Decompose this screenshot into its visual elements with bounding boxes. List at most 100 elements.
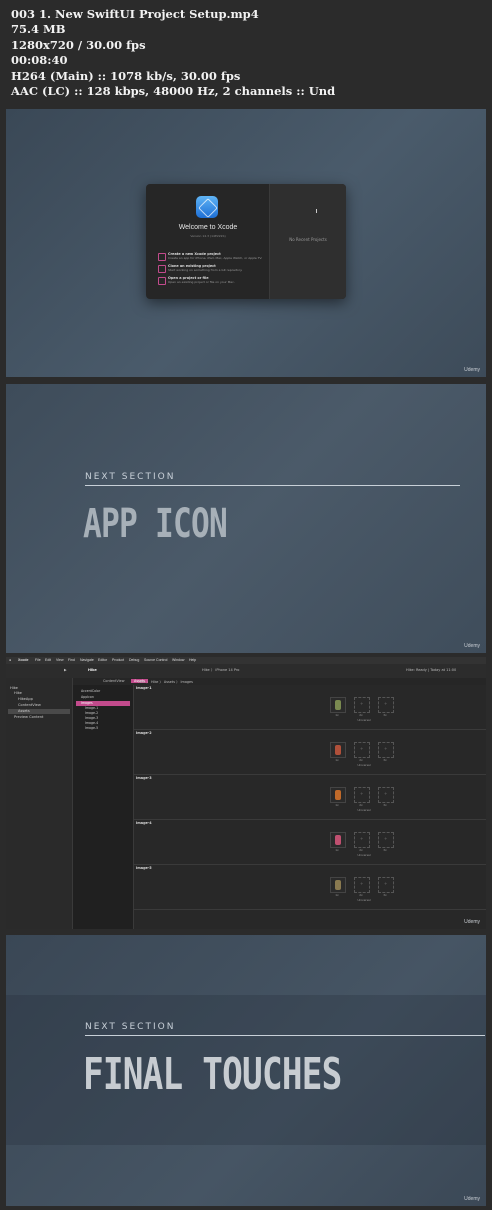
sprite-image: [335, 700, 341, 710]
scheme-selector[interactable]: Hike 〉 iPhone 14 Pro: [202, 668, 239, 673]
plus-icon: [158, 253, 166, 261]
sprite-image: [335, 790, 341, 800]
scale-label: 1x: [335, 848, 339, 852]
asset-item[interactable]: AppIcon: [81, 695, 94, 699]
image-slot[interactable]: [330, 742, 346, 758]
image-slot[interactable]: +: [354, 742, 370, 758]
asset-folder-images[interactable]: Images: [81, 701, 93, 705]
scale-label: 2x: [359, 803, 363, 807]
menu-item[interactable]: Xcode: [18, 658, 29, 662]
file-name: 003 1. New SwiftUI Project Setup.mp4: [11, 7, 259, 21]
clone-project-option[interactable]: Clone an existing project Start working …: [158, 264, 268, 274]
universal-label: Universal: [357, 718, 371, 722]
activity-status: Hike: Ready | Today at 11:00: [406, 668, 457, 672]
universal-label: Universal: [357, 898, 371, 902]
image-set-name: Image-4: [136, 821, 152, 825]
image-slot[interactable]: +: [354, 877, 370, 893]
image-slot[interactable]: [330, 697, 346, 713]
image-slot[interactable]: +: [378, 787, 394, 803]
image-slot[interactable]: +: [378, 877, 394, 893]
plus-icon: +: [384, 746, 388, 751]
asset-item[interactable]: AccentColor: [81, 689, 100, 693]
image-slot[interactable]: +: [378, 742, 394, 758]
menu-item[interactable]: Source Control: [144, 658, 167, 662]
plus-icon: +: [360, 701, 364, 706]
asset-item[interactable]: Image-1: [85, 706, 98, 710]
plus-icon: +: [360, 836, 364, 841]
nav-item-contentview[interactable]: ContentView: [18, 703, 41, 707]
tab-contentview[interactable]: ContentView: [103, 679, 125, 683]
image-set-row[interactable]: Image-4 1x +2x +3x Universal: [134, 820, 486, 865]
image-slot[interactable]: +: [354, 832, 370, 848]
udemy-watermark: Udemy: [464, 919, 480, 925]
nav-item-project[interactable]: Hike: [10, 686, 18, 690]
section-divider: [85, 1035, 485, 1036]
menu-item[interactable]: Window: [172, 658, 184, 662]
image-set-row[interactable]: Image-3 1x +2x +3x Universal: [134, 775, 486, 820]
next-section-label: NEXT SECTION: [85, 472, 176, 482]
menu-item[interactable]: Find: [68, 658, 75, 662]
menu-item[interactable]: File: [35, 658, 41, 662]
image-set-row[interactable]: Image-5 1x +2x +3x Universal: [134, 865, 486, 910]
image-slot[interactable]: +: [378, 832, 394, 848]
run-button[interactable]: ▶: [64, 668, 67, 672]
image-set-name: Image-1: [136, 686, 152, 690]
menu-item[interactable]: Editor: [98, 658, 107, 662]
sprite-image: [335, 880, 341, 890]
project-name: Hike: [88, 668, 97, 672]
menu-item[interactable]: View: [56, 658, 64, 662]
universal-label: Universal: [357, 853, 371, 857]
menu-item[interactable]: Help: [189, 658, 196, 662]
scale-label: 1x: [335, 893, 339, 897]
plus-icon: +: [384, 701, 388, 706]
scale-label: 2x: [359, 893, 363, 897]
create-project-option[interactable]: Create a new Xcode project Create an app…: [158, 252, 268, 262]
asset-item[interactable]: Image-3: [85, 716, 98, 720]
no-recent-projects: No Recent Projects: [289, 237, 327, 242]
xcode-toolbar: ▶ Hike Hike 〉 iPhone 14 Pro Hike: Ready …: [6, 664, 486, 683]
scale-label: 3x: [383, 758, 387, 762]
menu-item[interactable]: Navigate: [80, 658, 94, 662]
scale-label: 1x: [335, 758, 339, 762]
asset-editor: Hike 〉 Hike 〉 Assets 〉 Images Image-1 1x +…: [134, 680, 486, 929]
apple-icon[interactable]: ●: [9, 658, 11, 662]
nav-item-preview-content[interactable]: Preview Content: [14, 715, 43, 719]
asset-item[interactable]: Image-5: [85, 726, 98, 730]
plus-icon: +: [384, 791, 388, 796]
image-slot[interactable]: +: [378, 697, 394, 713]
open-project-option[interactable]: Open a project or file Open an existing …: [158, 276, 268, 286]
menu-item[interactable]: Edit: [45, 658, 51, 662]
nav-item-hikeapp[interactable]: HikeApp: [18, 697, 33, 701]
plus-icon: +: [384, 836, 388, 841]
asset-item[interactable]: Image-4: [85, 721, 98, 725]
thumbnail-frame-3: ● Xcode File Edit View Find Navigate Edi…: [6, 657, 486, 929]
menu-item[interactable]: Product: [112, 658, 124, 662]
plus-icon: +: [384, 881, 388, 886]
image-set-row[interactable]: Image-2 1x +2x +3x Universal: [134, 730, 486, 775]
udemy-watermark: Udemy: [464, 1196, 480, 1202]
image-slot[interactable]: [330, 832, 346, 848]
welcome-title: Welcome to Xcode: [178, 224, 238, 231]
asset-list: AccentColor AppIcon Images Image-1 Image…: [73, 685, 134, 929]
plus-icon: +: [360, 881, 364, 886]
audio-codec: AAC (LC) :: 128 kbps, 48000 Hz, 2 channe…: [11, 84, 336, 99]
image-slot[interactable]: [330, 877, 346, 893]
resolution: 1280x720 / 30.00 fps: [11, 37, 146, 52]
thumbnail-frame-4: NEXT SECTION FINAL TOUCHES Udemy: [6, 935, 486, 1206]
section-divider: [85, 485, 460, 486]
section-title: FINAL TOUCHES: [83, 1049, 342, 1100]
image-slot[interactable]: +: [354, 697, 370, 713]
scale-label: 1x: [335, 803, 339, 807]
asset-item[interactable]: Image-2: [85, 711, 98, 715]
version-label: Version 14.3 (14E222b): [190, 234, 226, 238]
image-slot[interactable]: +: [354, 787, 370, 803]
nav-item-assets[interactable]: Assets: [18, 709, 30, 713]
universal-label: Universal: [357, 763, 371, 767]
xcode-welcome-window: Welcome to Xcode Version 14.3 (14E222b) …: [146, 184, 346, 299]
image-slot[interactable]: [330, 787, 346, 803]
file-size: 75.4 MB: [11, 22, 66, 37]
nav-item-group[interactable]: Hike: [14, 691, 22, 695]
image-set-row[interactable]: Image-1 1x +2x +3x Universal: [134, 685, 486, 730]
menu-bar: ● Xcode File Edit View Find Navigate Edi…: [6, 657, 486, 664]
menu-item[interactable]: Debug: [129, 658, 139, 662]
